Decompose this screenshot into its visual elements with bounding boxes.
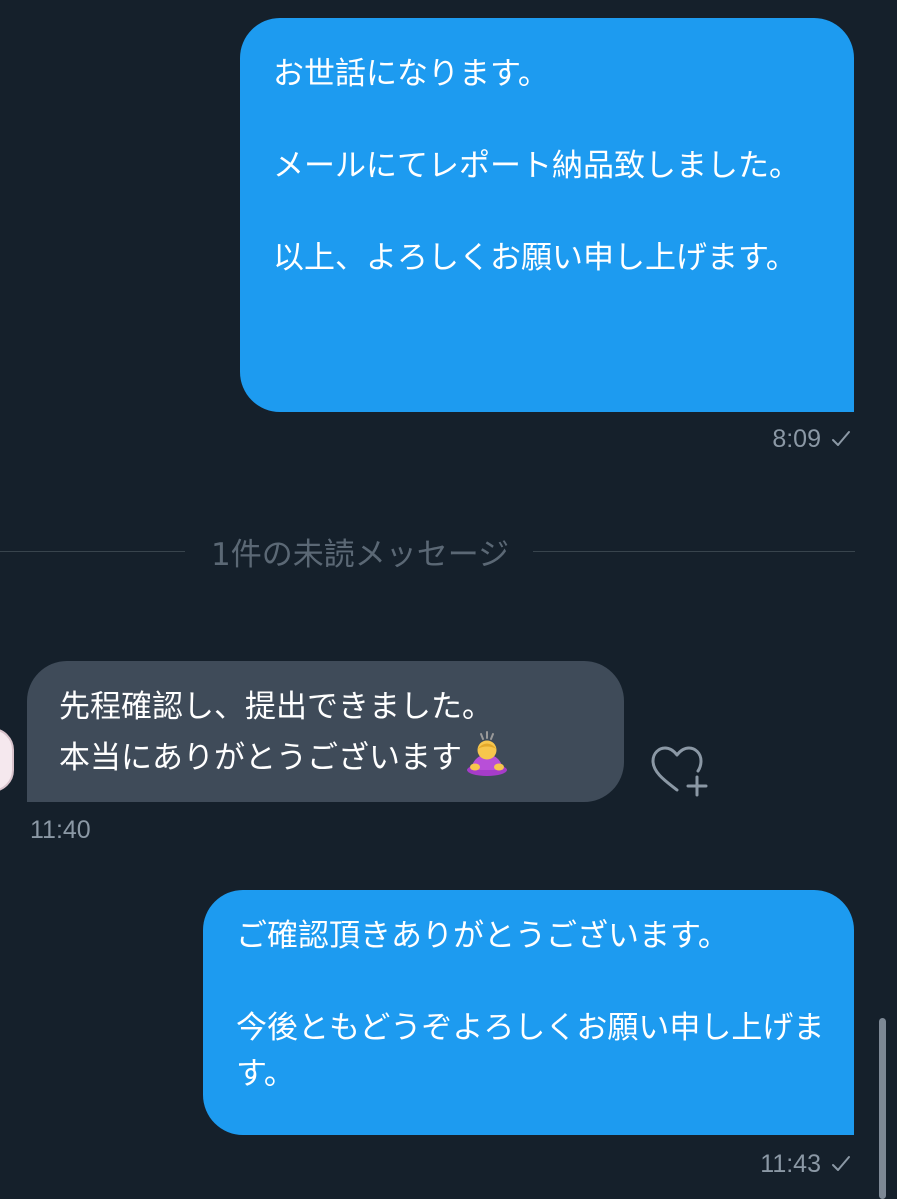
outgoing-message-bubble[interactable]: お世話になります。 メールにてレポート納品致しました。 以上、よろしくお願い申し… (240, 18, 854, 412)
incoming-message-bubble[interactable]: 先程確認し、提出できました。 本当にありがとうございます (27, 661, 624, 802)
avatar[interactable] (0, 728, 14, 792)
divider-line (533, 550, 855, 552)
unread-divider: 1件の未読メッセージ (0, 526, 855, 576)
unread-label: 1件の未読メッセージ (211, 536, 510, 573)
add-reaction-button[interactable] (645, 740, 713, 802)
message-timestamp: 11:43 (760, 1150, 821, 1178)
message-text-line: 先程確認し、提出できました。 (59, 689, 493, 725)
check-icon (832, 1156, 850, 1171)
outgoing-message-bubble[interactable]: ご確認頂きありがとうございます。 今後ともどうぞよろしくお願い申し上げます。 (203, 890, 854, 1135)
heart-plus-icon (651, 746, 708, 797)
message-text-line: 本当にありがとうございます (59, 740, 462, 776)
message-timestamp: 11:40 (30, 816, 91, 844)
message-meta: 11:43 (760, 1150, 851, 1178)
message-meta: 8:09 (772, 425, 851, 453)
scrollbar[interactable] (879, 1018, 886, 1199)
divider-line (0, 550, 185, 552)
person-bowing-emoji-icon (467, 731, 507, 776)
message-meta: 11:40 (30, 816, 91, 844)
check-icon (832, 431, 850, 446)
message-timestamp: 8:09 (772, 425, 821, 453)
